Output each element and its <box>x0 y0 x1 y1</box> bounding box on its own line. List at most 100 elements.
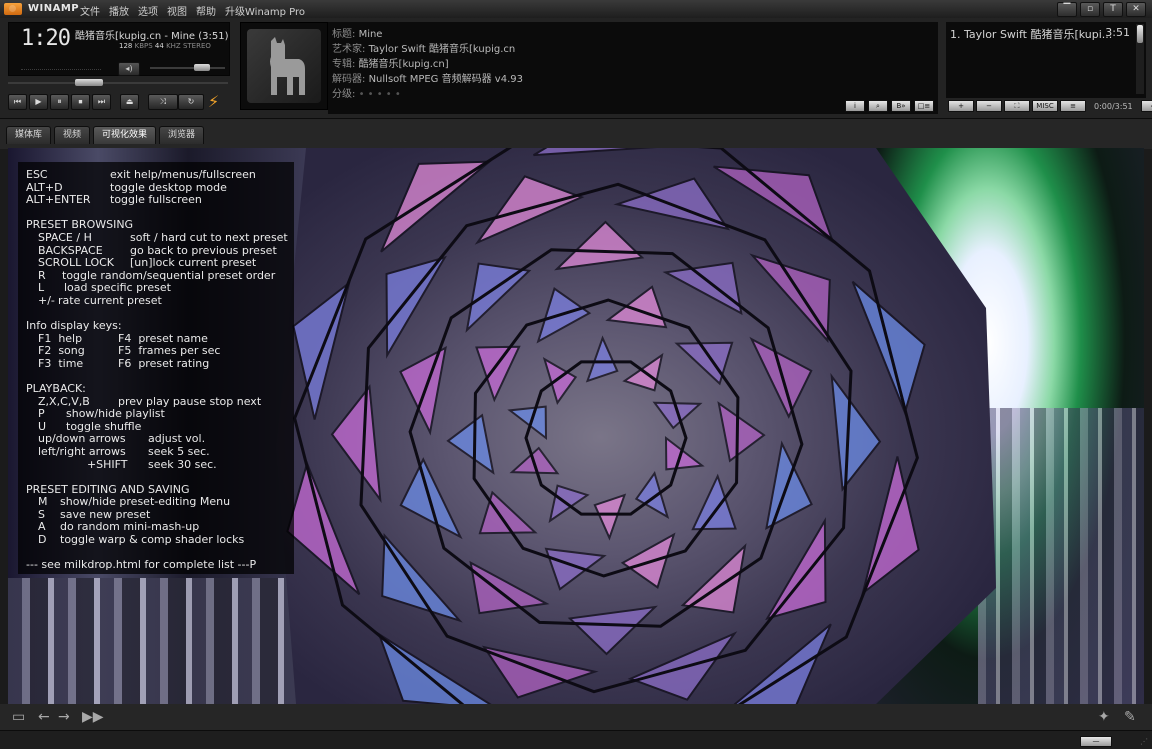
help-line: Ssave new preset <box>38 508 150 521</box>
help-line: Utoggle shuffle <box>38 420 141 433</box>
info-decoder-row: 解码器: Nullsoft MPEG 音频解码器 v4.93 <box>332 70 523 85</box>
playlist-remove-button[interactable]: − <box>976 100 1002 112</box>
volume-slider[interactable] <box>150 64 225 72</box>
tab-browser[interactable]: 浏览器 <box>159 126 205 144</box>
help-desc: toggle warp & comp shader locks <box>60 533 245 546</box>
help-line: ALT+D toggle desktop mode <box>26 181 227 194</box>
fullscreen-icon[interactable]: ▶▶ <box>82 709 104 725</box>
playlist-misc-button[interactable]: MISC <box>1032 100 1058 112</box>
help-key: up/down arrows <box>38 432 126 446</box>
minimize-button[interactable]: ▔ <box>1057 2 1077 17</box>
help-line: --- see milkdrop.html for complete list … <box>26 558 256 571</box>
buy-button[interactable]: B» <box>891 100 911 112</box>
close-button[interactable]: ✕ <box>1126 2 1146 17</box>
visualization-canvas[interactable]: ESC exit help/menus/fullscreen ALT+D toggle… <box>8 148 1144 704</box>
help-key: D <box>38 533 47 546</box>
help-line: SPACE / H soft / hard cut to next preset <box>38 231 288 244</box>
forward-arrow-icon[interactable]: → <box>58 709 70 725</box>
menu-button[interactable]: □≡ <box>914 100 934 112</box>
lightning-icon[interactable]: ⚡ <box>208 92 219 111</box>
playlist-scrollbar[interactable] <box>1136 24 1144 94</box>
playlist-add-button[interactable]: + <box>948 100 974 112</box>
info-button[interactable]: i <box>845 100 865 112</box>
playlist-item[interactable]: 1. Taylor Swift 酷猪音乐[kupi... 3:51 <box>950 26 1130 42</box>
eject-button[interactable]: ⏏ <box>120 94 139 110</box>
help-desc: go back to previous preset <box>130 243 277 257</box>
window-icon[interactable]: ▭ <box>12 709 25 725</box>
menu-play[interactable]: 播放 <box>109 3 129 18</box>
next-button[interactable]: ⏭ <box>92 94 111 110</box>
help-line: PRESET BROWSING <box>26 218 133 231</box>
menu-options[interactable]: 选项 <box>138 3 158 18</box>
play-button[interactable]: ▶ <box>29 94 48 110</box>
elapsed-time[interactable]: 1:20 <box>21 26 71 51</box>
help-line: SCROLL LOCK [un]lock current preset <box>38 256 256 269</box>
info-album-row: 专辑: 酷猪音乐[kupig.cn] <box>332 55 449 70</box>
pause-button[interactable]: ⏸ <box>50 94 69 110</box>
album-art-placeholder[interactable] <box>247 29 321 103</box>
title-value: Mine <box>358 29 383 40</box>
settings-wrench-icon[interactable]: ✎ <box>1124 709 1136 725</box>
previous-button[interactable]: ⏮ <box>8 94 27 110</box>
llama-icon <box>270 37 305 95</box>
help-line: Info display keys: <box>26 319 122 332</box>
volume-thumb[interactable] <box>194 64 211 71</box>
help-key: PLAYBACK: <box>26 381 86 395</box>
status-bar: — ⋰ <box>0 730 1152 749</box>
playlist-item-duration: 3:51 <box>1105 26 1130 39</box>
help-desc: seek 30 sec. <box>148 457 217 471</box>
help-line: ESC exit help/menus/fullscreen <box>26 168 256 181</box>
rating-stars[interactable]: • • • • • <box>359 89 401 100</box>
menu-file[interactable]: 文件 <box>80 3 100 18</box>
plugin-icon[interactable]: ✦ <box>1098 709 1110 725</box>
playlist-item-title: 1. Taylor Swift 酷猪音乐[kupi... <box>950 28 1113 41</box>
restore-button[interactable]: ▫ <box>1080 2 1100 17</box>
search-button[interactable]: ⌕ <box>868 100 888 112</box>
playlist-select-button[interactable]: ⛶ <box>1004 100 1030 112</box>
winamp-logo-icon[interactable] <box>4 3 22 15</box>
menu-bar: 文件 播放 选项 视图 帮助 升级Winamp Pro <box>80 3 305 18</box>
help-key: Z,X,C,V,B <box>38 394 90 408</box>
help-line: Lload specific preset <box>38 281 171 294</box>
menu-view[interactable]: 视图 <box>167 3 187 18</box>
info-title-row: 标题: Mine <box>332 25 382 40</box>
help-line: PRESET EDITING AND SAVING <box>26 483 190 496</box>
shuffle-button[interactable]: ⤨ <box>148 94 178 110</box>
tab-media-library[interactable]: 媒体库 <box>6 126 52 144</box>
bottom-toolbar: ▭ ← → ▶▶ ✦ ✎ <box>0 704 1152 730</box>
playlist-options-button[interactable]: ◇ <box>1140 100 1152 112</box>
help-desc: F4 preset name <box>118 331 208 345</box>
tab-visualization[interactable]: 可视化效果 <box>93 126 157 144</box>
help-desc: toggle random/sequential preset order <box>62 268 276 282</box>
khz-value: 44 <box>154 42 164 50</box>
help-key: F3 time <box>38 356 84 370</box>
seek-thumb[interactable] <box>75 79 104 86</box>
help-desc: prev play pause stop next <box>118 394 262 408</box>
seek-bar[interactable] <box>8 79 228 87</box>
help-key: --- see milkdrop.html for complete list … <box>26 558 257 572</box>
repeat-button[interactable]: ↻ <box>178 94 204 110</box>
tab-bar: 媒体库 视频 可视化效果 浏览器 <box>0 118 1152 149</box>
help-key: Info display keys: <box>26 319 122 332</box>
help-desc: F6 preset rating <box>118 356 210 370</box>
collapse-button[interactable]: — <box>1080 736 1112 747</box>
stop-button[interactable]: ⏹ <box>71 94 90 110</box>
info-rating-row: 分级: • • • • • <box>332 85 401 100</box>
tab-video[interactable]: 视频 <box>54 126 91 144</box>
window-controls: ▔ ▫ T ✕ <box>1057 2 1146 17</box>
kbps-unit: KBPS <box>134 42 153 50</box>
playlist-list-button[interactable]: ≡ <box>1060 100 1086 112</box>
stereo-indicator: STEREO <box>182 42 211 50</box>
menu-help[interactable]: 帮助 <box>196 3 216 18</box>
help-desc: rate current preset <box>58 293 162 307</box>
shade-button[interactable]: T <box>1103 2 1123 17</box>
bitrate-info: 128 KBPS 44 KHZ STEREO <box>119 42 211 50</box>
resize-grip-icon[interactable]: ⋰ <box>1140 737 1148 746</box>
volume-icon[interactable]: ◂) <box>118 62 140 76</box>
menu-upgrade[interactable]: 升级Winamp Pro <box>225 3 305 18</box>
back-arrow-icon[interactable]: ← <box>38 709 50 725</box>
mini-visualizer[interactable] <box>21 63 101 70</box>
transport-controls: ⏮ ▶ ⏸ ⏹ ⏭ <box>8 94 111 110</box>
decoder-label: 解码器: <box>332 74 366 85</box>
kbps-value: 128 <box>119 42 133 50</box>
